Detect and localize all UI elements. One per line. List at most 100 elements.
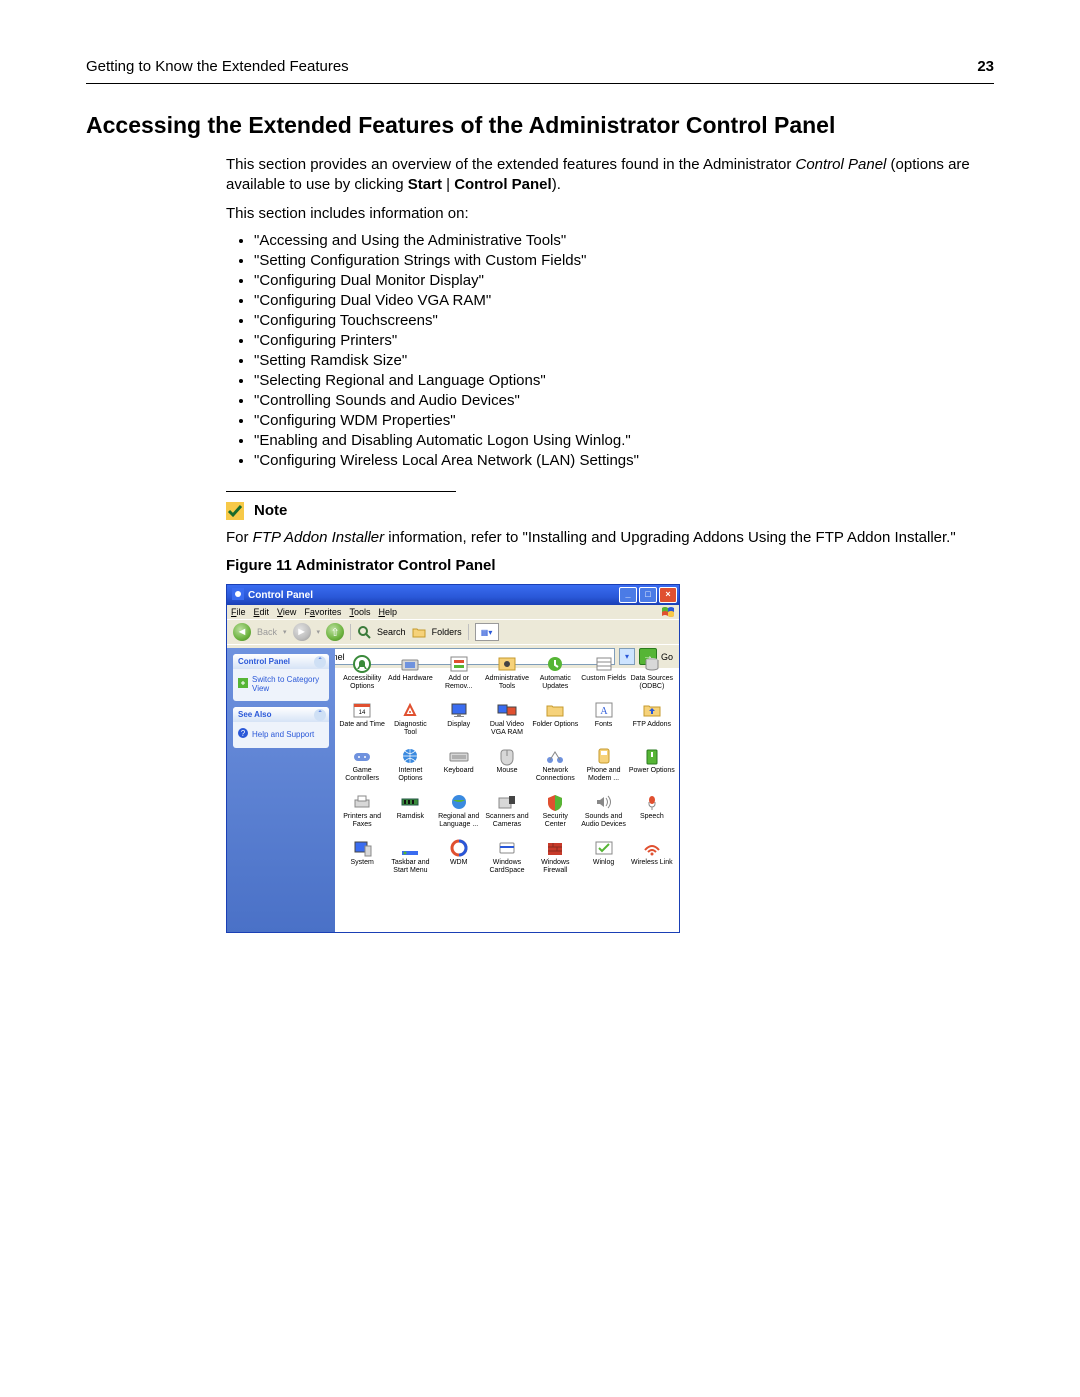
cp-icon-winlog[interactable]: Winlog [580, 838, 626, 882]
app-icon [448, 792, 470, 812]
svg-text:14: 14 [359, 710, 366, 716]
icon-label: Phone and Modem ... [580, 767, 626, 782]
help-icon: ? [238, 728, 248, 740]
app-icon [593, 838, 615, 858]
views-button[interactable]: ▦▾ [475, 623, 499, 641]
cp-icon-power-options[interactable]: Power Options [629, 746, 675, 790]
topics-intro: This section includes information on: [226, 204, 994, 224]
svg-text:?: ? [241, 729, 246, 738]
cp-icon-speech[interactable]: Speech [629, 792, 675, 836]
cp-icon-date-and-time[interactable]: 14Date and Time [339, 700, 385, 744]
cp-icon-scanners-and-cameras[interactable]: Scanners and Cameras [484, 792, 530, 836]
cp-icon-phone-and-modem[interactable]: Phone and Modem ... [580, 746, 626, 790]
forward-button[interactable]: ► [293, 623, 311, 641]
cp-icon-wireless-link[interactable]: Wireless Link [629, 838, 675, 882]
cp-icon-windows-cardspace[interactable]: Windows CardSpace [484, 838, 530, 882]
maximize-button[interactable]: □ [639, 587, 657, 603]
menu-tools[interactable]: Tools [349, 607, 370, 617]
folders-label[interactable]: Folders [432, 627, 462, 637]
icon-label: Add Hardware [388, 675, 433, 682]
cp-icon-dual-video-vga-ram[interactable]: Dual Video VGA RAM [484, 700, 530, 744]
taskbox-control-panel: Control Panel ˆ Switch to Category View [233, 654, 329, 701]
page-number: 23 [977, 58, 994, 75]
cp-icon-windows-firewall[interactable]: Windows Firewall [532, 838, 578, 882]
up-button[interactable]: ⇧ [326, 623, 344, 641]
back-button[interactable]: ◄ [233, 623, 251, 641]
help-support-link[interactable]: ? Help and Support [238, 728, 324, 740]
topic-item: "Configuring Dual Video VGA RAM" [254, 292, 994, 309]
cp-icon-fonts[interactable]: A Fonts [580, 700, 626, 744]
fwd-chevron-icon[interactable]: ▾ [317, 628, 321, 636]
topic-item: "Selecting Regional and Language Options… [254, 372, 994, 389]
cp-icon-ramdisk[interactable]: Ramdisk [387, 792, 433, 836]
topic-item: "Setting Configuration Strings with Cust… [254, 252, 994, 269]
topic-item: "Controlling Sounds and Audio Devices" [254, 392, 994, 409]
app-icon [399, 792, 421, 812]
menu-file[interactable]: File [231, 607, 246, 617]
app-icon [496, 838, 518, 858]
icon-label: Power Options [629, 767, 675, 774]
chapter-title: Getting to Know the Extended Features [86, 58, 349, 75]
topic-item: "Configuring Touchscreens" [254, 312, 994, 329]
cp-icon-add-or-remov[interactable]: Add or Remov... [436, 654, 482, 698]
search-icon[interactable] [357, 625, 371, 639]
page-header: Getting to Know the Extended Features 23 [86, 58, 994, 75]
svg-text:A: A [600, 706, 608, 717]
icon-label: Administrative Tools [484, 675, 530, 690]
icon-label: Diagnostic Tool [387, 721, 433, 736]
cp-icon-add-hardware[interactable]: Add Hardware [387, 654, 433, 698]
collapse-icon[interactable]: ˆ [314, 709, 326, 721]
menu-view[interactable]: View [277, 607, 296, 617]
close-button[interactable]: × [659, 587, 677, 603]
task-pane: Control Panel ˆ Switch to Category View [227, 648, 335, 932]
cp-icon-data-sources-odbc[interactable]: Data Sources (ODBC) [629, 654, 675, 698]
cp-icon-game-controllers[interactable]: Game Controllers [339, 746, 385, 790]
cp-icon-keyboard[interactable]: Keyboard [436, 746, 482, 790]
app-icon: 14 [351, 700, 373, 720]
note-label: Note [254, 502, 287, 519]
cp-icon-security-center[interactable]: Security Center [532, 792, 578, 836]
minimize-button[interactable]: _ [619, 587, 637, 603]
xp-flag-icon [661, 606, 675, 618]
cp-icon-sounds-and-audio-devices[interactable]: Sounds and Audio Devices [580, 792, 626, 836]
cp-icon-regional-and-language[interactable]: Regional and Language ... [436, 792, 482, 836]
collapse-icon[interactable]: ˆ [314, 656, 326, 668]
search-label[interactable]: Search [377, 627, 406, 637]
back-chevron-icon[interactable]: ▾ [283, 628, 287, 636]
menu-edit[interactable]: Edit [254, 607, 270, 617]
icon-label: Fonts [595, 721, 613, 728]
window-titlebar[interactable]: Control Panel _ □ × [227, 585, 679, 605]
cp-icon-ftp-addons[interactable]: FTP Addons [629, 700, 675, 744]
cp-icon-internet-options[interactable]: Internet Options [387, 746, 433, 790]
section-heading: Accessing the Extended Features of the A… [86, 112, 994, 139]
menu-help[interactable]: Help [378, 607, 397, 617]
cp-icon-accessibility-options[interactable]: Accessibility Options [339, 654, 385, 698]
cp-icon-taskbar-and-start-menu[interactable]: Taskbar and Start Menu [387, 838, 433, 882]
cp-icon-printers-and-faxes[interactable]: Printers and Faxes [339, 792, 385, 836]
cp-icon-network-connections[interactable]: Network Connections [532, 746, 578, 790]
cp-icon-mouse[interactable]: Mouse [484, 746, 530, 790]
cp-icon-display[interactable]: Display [436, 700, 482, 744]
app-icon [593, 654, 615, 674]
topic-item: "Configuring Dual Monitor Display" [254, 272, 994, 289]
topic-item: "Setting Ramdisk Size" [254, 352, 994, 369]
icon-label: Ramdisk [397, 813, 424, 820]
icon-label: Accessibility Options [339, 675, 385, 690]
menu-favorites[interactable]: Favorites [304, 607, 341, 617]
icon-label: Sounds and Audio Devices [580, 813, 626, 828]
cp-icon-custom-fields[interactable]: Custom Fields [580, 654, 626, 698]
folders-icon[interactable] [412, 626, 426, 638]
menu-bar: File Edit View Favorites Tools Help [227, 605, 679, 619]
app-icon [448, 700, 470, 720]
switch-category-view-link[interactable]: Switch to Category View [238, 675, 324, 693]
cp-icon-administrative-tools[interactable]: Administrative Tools [484, 654, 530, 698]
cp-icon-automatic-updates[interactable]: Automatic Updates [532, 654, 578, 698]
cp-icon-diagnostic-tool[interactable]: Diagnostic Tool [387, 700, 433, 744]
app-icon [399, 746, 421, 766]
cp-icon-wdm[interactable]: WDM [436, 838, 482, 882]
cp-icon-folder-options[interactable]: Folder Options [532, 700, 578, 744]
app-icon [544, 792, 566, 812]
app-icon [544, 654, 566, 674]
app-icon [399, 700, 421, 720]
cp-icon-system[interactable]: System [339, 838, 385, 882]
